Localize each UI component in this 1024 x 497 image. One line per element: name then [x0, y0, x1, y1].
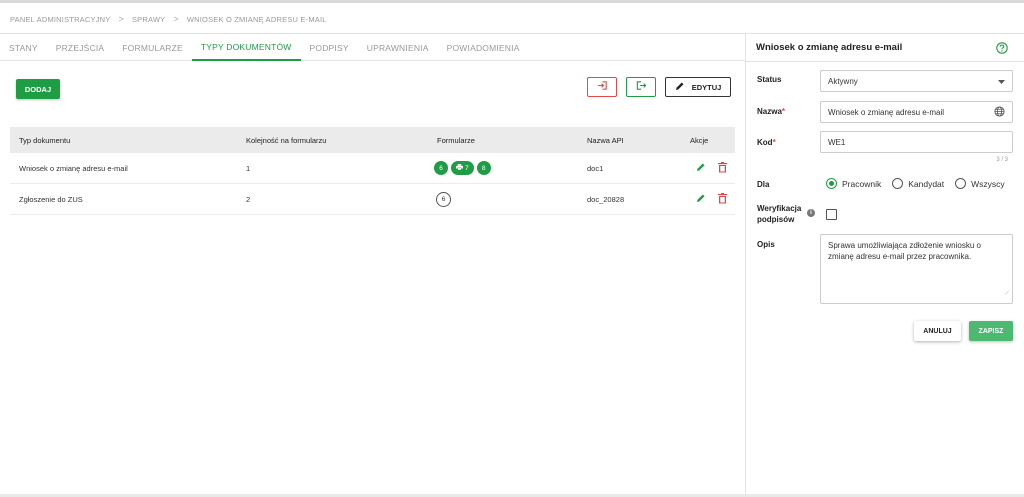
name-value: Wniosek o zmianę adresu e-mail [828, 107, 945, 117]
printer-icon [456, 164, 463, 172]
document-order: 2 [246, 194, 251, 204]
table-row[interactable]: Zgłoszenie do ZUS 2 6 doc_20828 [10, 184, 735, 215]
radio-all-label: Wszyscy [971, 178, 1005, 189]
breadcrumb-separator: > [173, 14, 179, 24]
export-button[interactable] [626, 77, 656, 97]
column-header-api: Nazwa API [587, 135, 624, 145]
form-badge-print[interactable]: 7 [451, 161, 474, 175]
tab-document-types[interactable]: TYPY DOKUMENTÓW [191, 34, 301, 61]
radio-circle [955, 178, 967, 189]
save-button[interactable]: ZAPISZ [969, 321, 1013, 341]
forms-badges: 6 7 8 [434, 161, 494, 175]
top-border [0, 0, 1024, 3]
signature-verification-checkbox[interactable] [826, 209, 837, 220]
status-value: Aktywny [828, 76, 858, 86]
cancel-button[interactable]: ANULUJ [914, 321, 961, 341]
chevron-down-icon [998, 77, 1005, 86]
pencil-icon [675, 81, 685, 93]
tab-signatures[interactable]: PODPISY [301, 34, 358, 61]
document-types-table: Typ dokumentu Kolejność na formularzu Fo… [10, 127, 735, 215]
tab-bar: STANY PRZEJŚCIA FORMULARZE TYPY DOKUMENT… [0, 34, 745, 61]
code-label: Kod* [757, 138, 776, 147]
document-order: 1 [246, 163, 251, 173]
tab-transitions[interactable]: PRZEJŚCIA [47, 34, 114, 61]
column-header-forms: Formularze [437, 135, 475, 145]
form-badge-label: 7 [465, 164, 469, 172]
column-header-type: Typ dokumentu [19, 135, 71, 145]
import-icon [597, 78, 608, 96]
for-radio-group: Pracownik Kandydat Wszyscy [826, 178, 1005, 189]
export-icon [635, 78, 647, 96]
radio-employee[interactable]: Pracownik [826, 178, 881, 189]
status-label: Status [757, 75, 782, 84]
code-field[interactable]: WE1 [820, 131, 1013, 153]
column-header-order: Kolejność na formularzu [246, 135, 327, 145]
name-field[interactable]: Wniosek o zmianę adresu e-mail [820, 101, 1013, 123]
form-badge[interactable]: 8 [476, 161, 491, 175]
signature-verification-label: Weryfikacja podpisów [757, 203, 801, 225]
document-type-name: Zgłoszenie do ZUS [19, 194, 83, 204]
breadcrumb: PANEL ADMINISTRACYJNY > SPRAWY > WNIOSEK… [10, 13, 327, 25]
name-label-text: Nazwa [757, 107, 782, 116]
breadcrumb-separator: > [118, 14, 124, 24]
tab-states[interactable]: STANY [0, 34, 47, 61]
row-actions [696, 192, 727, 206]
description-value: Sprawa umożliwiająca zdłożenie wniosku o… [828, 241, 981, 261]
column-header-actions: Akcje [690, 135, 709, 145]
panel-header-divider [746, 61, 1024, 62]
api-name: doc1 [587, 163, 604, 173]
radio-circle-checked [826, 178, 837, 189]
form-badge[interactable]: 6 [434, 161, 448, 175]
main-panel: STANY PRZEJŚCIA FORMULARZE TYPY DOKUMENT… [0, 34, 745, 496]
breadcrumb-item-admin[interactable]: PANEL ADMINISTRACYJNY [10, 15, 110, 24]
breadcrumb-item-current: WNIOSEK O ZMIANĘ ADRESU E-MAIL [186, 14, 327, 24]
delete-icon[interactable] [718, 192, 727, 206]
tab-permissions[interactable]: UPRAWNIENIA [358, 34, 438, 61]
tab-forms[interactable]: FORMULARZE [113, 34, 192, 61]
description-textarea[interactable]: Sprawa umożliwiająca zdłożenie wniosku o… [820, 234, 1013, 304]
signature-verification-label-line1: Weryfikacja [757, 204, 802, 213]
row-actions [696, 161, 727, 175]
description-label: Opis [757, 240, 775, 249]
edit-button[interactable]: EDYTUJ [665, 77, 731, 97]
radio-all[interactable]: Wszyscy [955, 178, 1005, 189]
table-header: Typ dokumentu Kolejność na formularzu Fo… [10, 127, 735, 153]
status-select[interactable]: Aktywny [820, 70, 1013, 92]
delete-icon[interactable] [718, 161, 727, 175]
edit-button-label: EDYTUJ [691, 82, 722, 92]
code-label-text: Kod [757, 138, 773, 147]
details-panel: Wniosek o zmianę adresu e-mail Status Ak… [746, 34, 1024, 496]
radio-employee-label: Pracownik [842, 178, 882, 189]
for-label: Dla [757, 180, 770, 189]
radio-candidate-label: Kandydat [908, 178, 945, 189]
help-icon[interactable] [996, 41, 1008, 59]
tab-notifications[interactable]: POWIADOMIENIA [438, 34, 529, 61]
add-button[interactable]: DODAJ [16, 79, 60, 99]
radio-circle [892, 178, 904, 189]
resize-handle-icon[interactable]: ⟋ [1005, 289, 1009, 300]
form-badge[interactable]: 6 [436, 191, 451, 207]
radio-candidate[interactable]: Kandydat [892, 178, 944, 189]
globe-icon[interactable] [994, 105, 1005, 119]
forms-badges: 6 [436, 191, 454, 207]
name-label: Nazwa* [757, 107, 786, 116]
api-name: doc_20828 [587, 194, 625, 204]
code-counter: 3 / 3 [996, 157, 1008, 163]
breadcrumb-item-cases[interactable]: SPRAWY [132, 15, 165, 24]
import-button[interactable] [587, 77, 617, 97]
panel-title: Wniosek o zmianę adresu e-mail [756, 42, 903, 53]
info-icon[interactable]: i [807, 209, 815, 217]
code-value: WE1 [828, 137, 846, 147]
edit-icon[interactable] [696, 193, 706, 205]
signature-verification-label-line2: podpisów [757, 215, 795, 224]
table-row[interactable]: Wniosek o zmianę adresu e-mail 1 6 7 8 d… [10, 153, 735, 184]
edit-icon[interactable] [696, 162, 706, 174]
document-type-name: Wniosek o zmianę adresu e-mail [19, 163, 128, 173]
